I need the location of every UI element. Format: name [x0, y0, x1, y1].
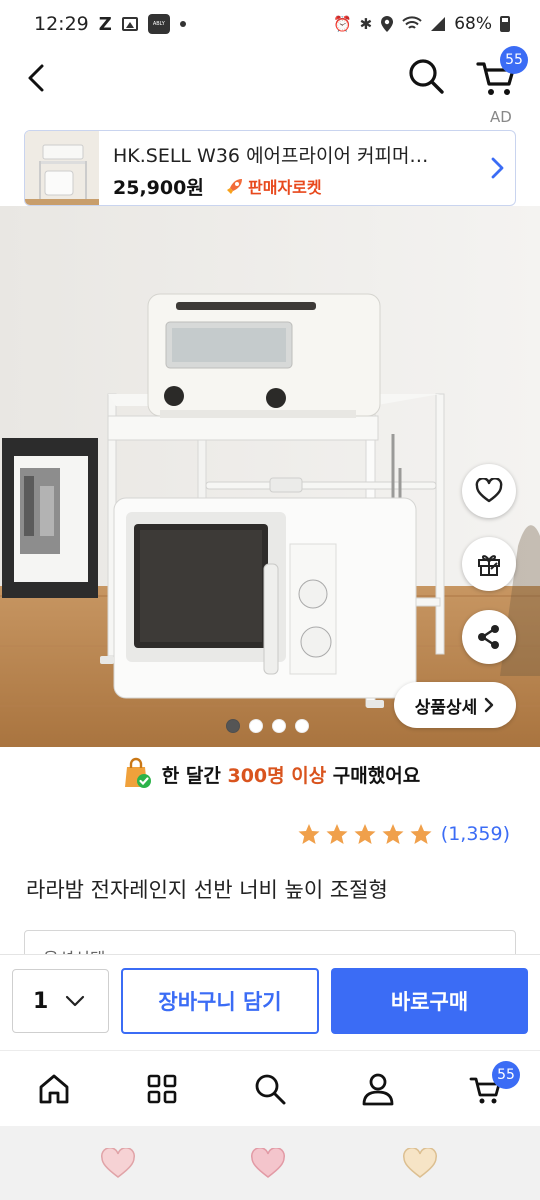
grid-icon: [147, 1074, 177, 1104]
purchase-bar: 1 장바구니 담기 바로구매: [0, 954, 540, 1050]
home-icon: [39, 1074, 69, 1104]
buy-now-button[interactable]: 바로구매: [331, 968, 528, 1034]
ad-label: AD: [490, 108, 512, 126]
product-image-carousel[interactable]: 상품상세: [0, 206, 540, 747]
gallery-icon: [121, 17, 138, 31]
carousel-dot[interactable]: [248, 719, 263, 733]
notice-highlight: 300명 이상: [227, 764, 327, 787]
ad-title: HK.SELL W36 에어프라이어 커피머…: [113, 145, 429, 167]
nav-cart-badge: 55: [492, 1061, 520, 1089]
nav-search[interactable]: [248, 1067, 292, 1111]
seller-rocket-badge: 판매자로켓: [225, 174, 322, 198]
add-to-cart-button[interactable]: 장바구니 담기: [121, 968, 319, 1034]
gift-button[interactable]: [462, 537, 516, 591]
more-notifications-icon: [179, 21, 186, 27]
quantity-select[interactable]: 1: [12, 969, 109, 1033]
chevron-right-icon: [491, 157, 504, 179]
chevron-down-icon: [66, 995, 85, 1007]
shopping-bag-check-icon: [124, 757, 151, 788]
chevron-right-icon: [485, 697, 494, 713]
search-button[interactable]: [404, 54, 448, 98]
nav-my-page[interactable]: [356, 1067, 400, 1111]
notice-suffix: 구매했어요: [326, 764, 421, 787]
wishlist-button[interactable]: [462, 464, 516, 518]
search-icon: [409, 59, 444, 94]
purchase-count-notice: 한 달간 300명 이상 구매했어요: [0, 752, 540, 796]
back-arrow-icon: [28, 64, 44, 92]
search-icon: [255, 1074, 286, 1105]
seller-rocket-label: 판매자로켓: [248, 178, 322, 197]
ad-price: 25,900원: [113, 177, 204, 199]
carousel-dot[interactable]: [271, 719, 286, 733]
quantity-value: 1: [33, 988, 49, 1014]
app-header: 55: [0, 46, 540, 108]
star-icon: [410, 824, 432, 844]
nav-home[interactable]: [32, 1067, 76, 1111]
star-icon: [382, 824, 404, 844]
carousel-dot[interactable]: [294, 719, 309, 733]
share-button[interactable]: [462, 610, 516, 664]
rating-summary[interactable]: (1,359): [297, 822, 510, 846]
star-icon: [298, 824, 320, 844]
cream-heart-icon[interactable]: [402, 1148, 438, 1180]
footer-reaction-strip: [0, 1126, 540, 1200]
ad-banner[interactable]: HK.SELL W36 에어프라이어 커피머… 25,900원 판매자로켓: [24, 130, 516, 206]
rocket-icon: [227, 179, 242, 194]
gift-icon: [478, 555, 500, 576]
location-icon: [381, 16, 394, 32]
star-icon: [354, 824, 376, 844]
wifi-icon: [402, 16, 422, 29]
star-icon: [326, 824, 348, 844]
battery-percent: 68%: [454, 14, 492, 34]
pink-heart-icon[interactable]: [250, 1148, 286, 1180]
bluetooth-icon: ✱: [359, 15, 373, 33]
status-bar: 12:29 Z ABLY ⏰ ✱ 68%: [0, 0, 540, 48]
battery-icon: [500, 16, 510, 32]
product-title: 라라밤 전자레인지 선반 너비 높이 조절형: [26, 878, 388, 902]
product-photo: [0, 206, 540, 747]
carousel-indicator: [0, 719, 540, 733]
share-icon: [478, 625, 499, 649]
cart-count-badge: 55: [500, 46, 528, 74]
z-app-icon: Z: [98, 13, 112, 35]
product-detail-label: 상품상세: [414, 697, 478, 718]
nav-categories[interactable]: [140, 1067, 184, 1111]
back-button[interactable]: [20, 56, 56, 100]
person-icon: [362, 1073, 394, 1106]
status-time: 12:29: [34, 13, 89, 35]
review-count[interactable]: (1,359): [441, 823, 510, 845]
ad-thumbnail: [25, 131, 99, 205]
pink-heart-icon[interactable]: [100, 1148, 136, 1180]
notice-prefix: 한 달간: [161, 764, 228, 787]
heart-outline-icon: [475, 478, 503, 503]
alarm-icon: ⏰: [332, 15, 352, 33]
ably-app-icon: ABLY: [147, 14, 170, 34]
carousel-dot[interactable]: [225, 719, 240, 733]
nav-cart[interactable]: 55: [464, 1061, 520, 1111]
bottom-nav: 55: [0, 1050, 540, 1126]
header-cart-button[interactable]: 55: [474, 46, 528, 100]
signal-icon: [431, 17, 446, 31]
